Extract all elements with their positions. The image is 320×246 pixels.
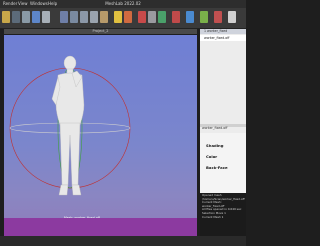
lighting-icon[interactable] [114, 11, 122, 23]
viewport-info-band [4, 218, 197, 236]
select-icon[interactable] [138, 11, 146, 23]
worker-mesh[interactable] [51, 55, 85, 196]
project-title[interactable]: Project_2 [4, 29, 197, 34]
smooth-icon[interactable] [90, 11, 98, 23]
texture-icon[interactable] [100, 11, 108, 23]
align-icon[interactable] [158, 11, 166, 23]
props-list: Shading Color Back-Face [200, 133, 246, 193]
prop-color[interactable]: Color [206, 154, 217, 159]
save-icon[interactable] [12, 11, 20, 23]
sculpt-icon[interactable] [200, 11, 208, 23]
status-bar [0, 236, 246, 246]
menu-bar: Render View Windows Help MeshLab 2022.02 [0, 0, 246, 8]
open-icon[interactable] [2, 11, 10, 23]
info-icon[interactable] [32, 11, 40, 23]
bbox-icon[interactable] [42, 11, 50, 23]
paint-icon[interactable] [186, 11, 194, 23]
prop-backface[interactable]: Back-Face [206, 165, 228, 170]
main-toolbar [0, 8, 246, 29]
menu-help[interactable]: Help [48, 0, 57, 8]
flat-icon[interactable] [80, 11, 88, 23]
menu-windows[interactable]: Windows [30, 0, 48, 8]
menu-render[interactable]: Render [3, 0, 17, 8]
points-icon[interactable] [60, 11, 68, 23]
props-title: worker_fixed.off [202, 126, 228, 130]
viewport-3d[interactable]: Mesh: worker_fixed.off Vertices: 1 123 0… [4, 35, 197, 236]
menu-view[interactable]: View [18, 0, 28, 8]
filter-icon[interactable] [228, 11, 236, 23]
colorize-icon[interactable] [124, 11, 132, 23]
layer-header[interactable]: 1 worker_fixed [200, 29, 246, 34]
log-line: Current Mesh 1 [202, 214, 224, 219]
wireframe-icon[interactable] [70, 11, 78, 23]
measure-icon[interactable] [148, 11, 156, 23]
scene [9, 55, 131, 196]
layer-row[interactable]: worker_fixed.off [200, 35, 246, 41]
flag-icon[interactable] [214, 11, 222, 23]
log-console: Opened mesh /home/u/Scan/worker_fixed.of… [200, 193, 246, 236]
pick-icon[interactable] [172, 11, 180, 23]
snapshot-icon[interactable] [22, 11, 30, 23]
prop-shading[interactable]: Shading [206, 143, 223, 148]
app-title: MeshLab 2022.02 [105, 1, 141, 6]
